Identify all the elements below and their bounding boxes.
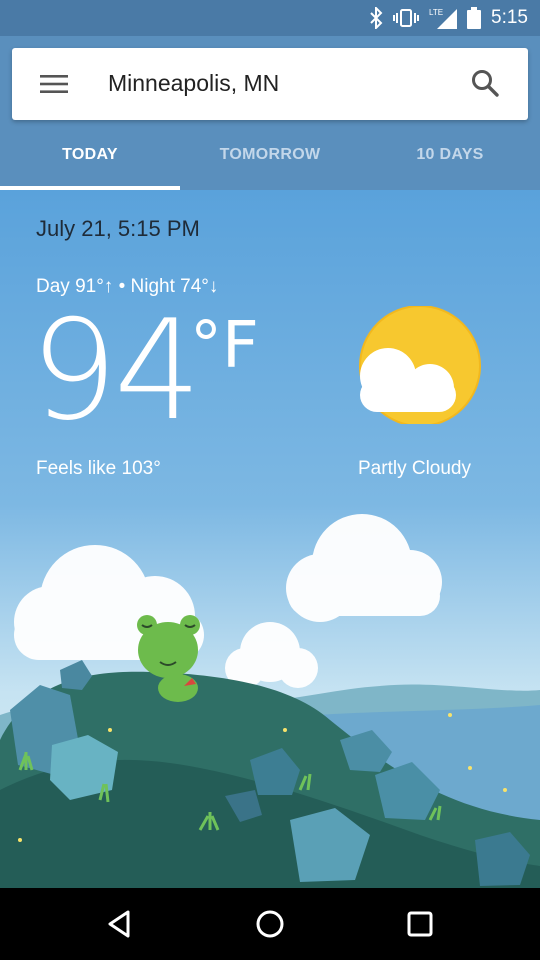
tab-today[interactable]: TODAY bbox=[0, 120, 180, 190]
back-icon[interactable] bbox=[100, 904, 140, 944]
status-time: 5:15 bbox=[491, 7, 528, 28]
vibrate-icon bbox=[393, 9, 420, 27]
signal-icon: LTE bbox=[429, 8, 458, 29]
location-search-card[interactable]: Minneapolis, MN bbox=[12, 48, 528, 120]
recents-icon[interactable] bbox=[400, 904, 440, 944]
weather-condition: Partly Cloudy bbox=[358, 458, 471, 479]
weather-scene: July 21, 5:15 PM Day 91°↑ • Night 74°↓ 9… bbox=[0, 190, 540, 888]
partly-cloudy-icon bbox=[359, 306, 481, 424]
battery-icon bbox=[467, 7, 482, 29]
location-name[interactable]: Minneapolis, MN bbox=[108, 70, 279, 97]
tab-10-days[interactable]: 10 DAYS bbox=[360, 120, 540, 190]
date-time: July 21, 5:15 PM bbox=[36, 216, 200, 241]
current-temperature: 94 bbox=[30, 290, 202, 451]
temperature-unit: °F bbox=[190, 309, 259, 383]
menu-icon[interactable] bbox=[40, 70, 68, 98]
status-icons: LTE 5:15 bbox=[369, 0, 528, 36]
search-icon[interactable] bbox=[470, 68, 500, 98]
feels-like: Feels like 103° bbox=[36, 458, 161, 479]
bluetooth-icon bbox=[370, 7, 383, 29]
status-bar: LTE 5:15 bbox=[0, 0, 540, 36]
tab-tomorrow[interactable]: TOMORROW bbox=[180, 120, 360, 190]
home-icon[interactable] bbox=[250, 904, 290, 944]
tab-bar: TODAY TOMORROW 10 DAYS bbox=[0, 120, 540, 190]
landscape-illustration bbox=[0, 514, 540, 888]
navigation-bar bbox=[0, 888, 540, 960]
network-label: LTE bbox=[429, 8, 443, 17]
